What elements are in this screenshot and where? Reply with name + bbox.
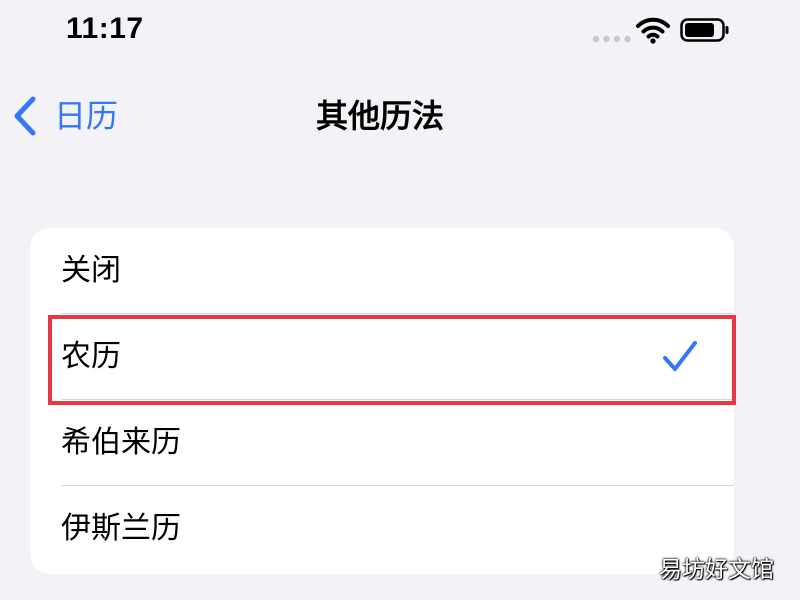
page-title: 其他历法: [315, 97, 444, 135]
battery-icon: [680, 18, 729, 42]
calendar-option-off[interactable]: 关闭: [30, 228, 734, 314]
chevron-left-icon: [14, 96, 36, 136]
wifi-icon: [636, 17, 670, 44]
calendar-option-hebrew[interactable]: 希伯来历: [30, 400, 734, 486]
option-label: 希伯来历: [61, 425, 181, 460]
calendar-options-list: 关闭 农历 希伯来历 伊斯兰历: [30, 228, 734, 574]
option-label: 伊斯兰历: [61, 511, 181, 546]
calendar-option-islamic[interactable]: 伊斯兰历: [30, 486, 734, 572]
navigation-bar: 日历 其他历法: [0, 86, 800, 146]
option-label: 农历: [61, 339, 121, 374]
back-label: 日历: [54, 97, 119, 135]
calendar-option-chinese[interactable]: 农历: [30, 314, 734, 400]
status-bar: 11:17: [0, 0, 800, 70]
signal-dots-icon: [592, 35, 631, 43]
watermark: 易坊好文馆: [659, 557, 774, 583]
checkmark-icon: [663, 341, 697, 371]
option-label: 关闭: [61, 253, 121, 288]
status-time: 11:17: [66, 12, 144, 45]
back-button[interactable]: 日历: [12, 96, 118, 136]
